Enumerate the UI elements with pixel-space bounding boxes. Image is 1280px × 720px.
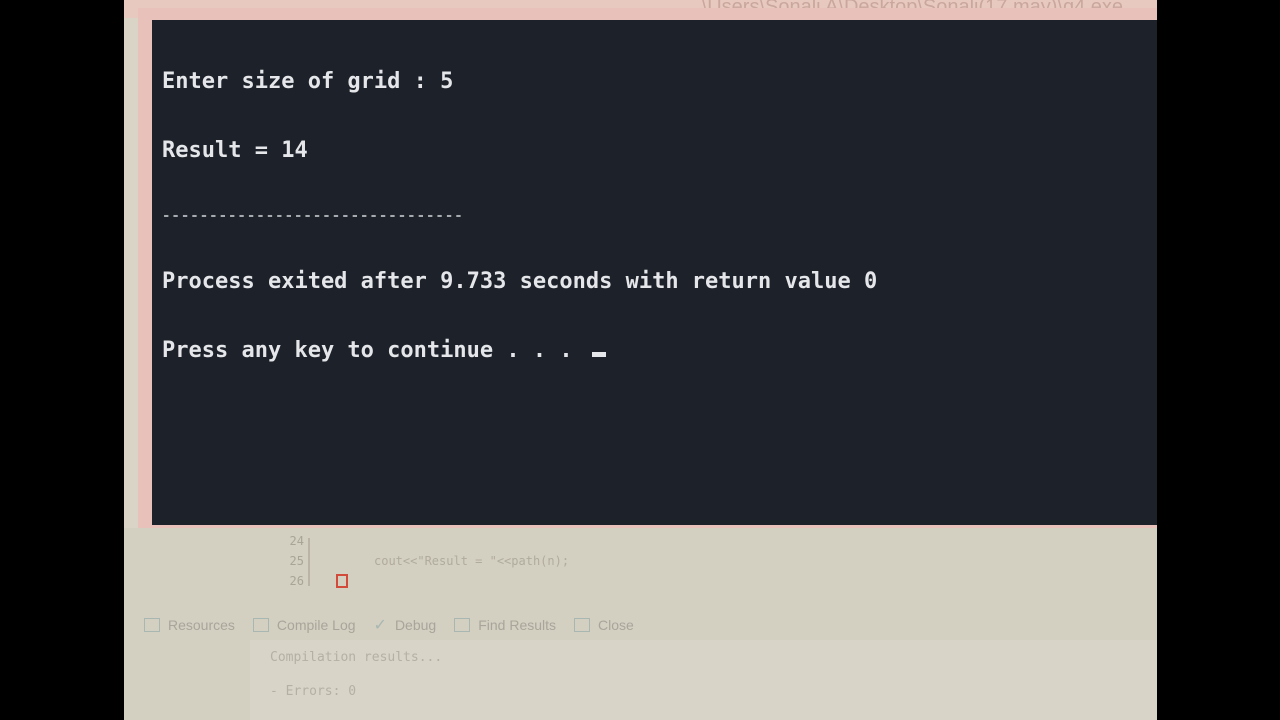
- bottom-panel-tabs: Resources Compile Log ✓ Debug Find Resul…: [144, 614, 634, 636]
- line-number-25: 25: [289, 554, 304, 568]
- console-line-result: Result = 14: [162, 138, 308, 163]
- compile-log-icon: [252, 618, 269, 632]
- breakpoint-marker-icon[interactable]: [336, 574, 348, 588]
- line-number-26: 26: [289, 574, 304, 588]
- fold-gutter-line: [308, 538, 310, 586]
- tab-compile-log-label: Compile Log: [276, 617, 356, 633]
- console-window-frame: Enter size of grid : 5 Result = 14 -----…: [138, 8, 1157, 528]
- continue-prompt-text: Press any key to continue . . .: [162, 338, 586, 363]
- code-line-25[interactable]: cout<<"Result = "<<path(n);: [374, 554, 569, 568]
- tab-close[interactable]: Close: [574, 617, 634, 633]
- tab-close-label: Close: [598, 617, 634, 633]
- tab-resources[interactable]: Resources: [144, 617, 235, 633]
- resources-icon: [144, 618, 160, 632]
- console-output[interactable]: Enter size of grid : 5 Result = 14 -----…: [152, 20, 1157, 525]
- console-line-continue-prompt: Press any key to continue . . .: [162, 339, 1157, 362]
- line-number-24: 24: [289, 534, 304, 548]
- console-line-input-prompt: Enter size of grid : 5: [162, 69, 454, 94]
- tab-find-results-label: Find Results: [478, 617, 557, 633]
- compile-log-panel[interactable]: Compilation results... - Errors: 0: [250, 640, 1157, 720]
- tab-compile-log[interactable]: Compile Log: [252, 617, 356, 633]
- console-separator: --------------------------------: [162, 208, 464, 224]
- tab-find-results[interactable]: Find Results: [454, 617, 556, 633]
- console-line-exit-message: Process exited after 9.733 seconds with …: [162, 269, 878, 294]
- compile-log-line-2: - Errors: 0: [270, 684, 357, 699]
- debug-check-icon: ✓: [373, 617, 387, 634]
- monitor-screen: \Users\Sonali A\Desktop\Sonali(17 may)\q…: [124, 0, 1157, 720]
- text-cursor: [591, 352, 606, 357]
- compile-log-line-1: Compilation results...: [270, 650, 443, 665]
- close-icon: [574, 618, 591, 632]
- code-editor-area[interactable]: 24 25 26 cout<<"Result = "<<path(n); Res…: [124, 528, 1157, 720]
- tab-debug[interactable]: ✓ Debug: [374, 615, 437, 635]
- tab-resources-label: Resources: [168, 617, 235, 633]
- tab-debug-label: Debug: [394, 617, 437, 633]
- find-results-icon: [454, 618, 471, 632]
